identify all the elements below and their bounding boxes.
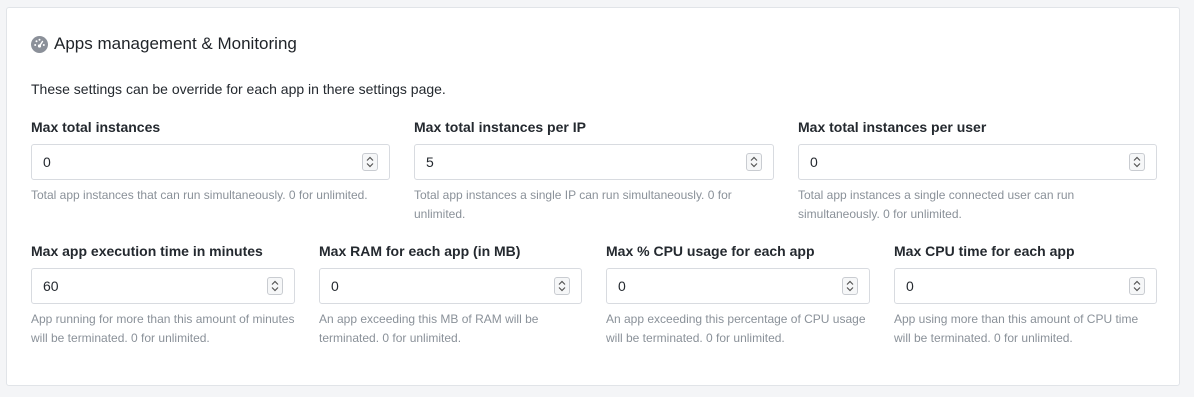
- field-help: App running for more than this amount of…: [31, 312, 295, 345]
- max-cpu-usage-input[interactable]: [618, 269, 830, 303]
- max-ram-input[interactable]: [331, 269, 542, 303]
- section-title: Apps management & Monitoring: [54, 34, 297, 53]
- number-input-box: [606, 268, 870, 304]
- section-header: Apps management & Monitoring: [31, 34, 297, 54]
- field-help: App using more than this amount of CPU t…: [894, 312, 1139, 345]
- spinner-arrows-icon: [750, 156, 758, 168]
- field-max-execution-time: Max app execution time in minutes App ru…: [31, 242, 295, 348]
- spinner-arrows-icon: [366, 156, 374, 168]
- number-input-box: [31, 144, 390, 180]
- number-spinner[interactable]: [842, 277, 858, 295]
- number-spinner[interactable]: [746, 153, 762, 171]
- spinner-arrows-icon: [1133, 156, 1141, 168]
- field-max-total-instances-per-ip: Max total instances per IP Total app ins…: [414, 118, 774, 224]
- dashboard-icon: [31, 35, 48, 53]
- field-label: Max % CPU usage for each app: [606, 243, 815, 259]
- field-label: Max total instances: [31, 119, 161, 135]
- spinner-arrows-icon: [846, 280, 854, 292]
- max-total-instances-per-user-input[interactable]: [810, 145, 1117, 179]
- number-input-box: [798, 144, 1157, 180]
- field-max-cpu-usage: Max % CPU usage for each app An app exce…: [606, 242, 870, 348]
- max-total-instances-input[interactable]: [43, 145, 350, 179]
- max-cpu-time-input[interactable]: [906, 269, 1117, 303]
- field-max-total-instances-per-user: Max total instances per user Total app i…: [798, 118, 1157, 224]
- field-help: Total app instances that can run simulta…: [31, 188, 368, 202]
- max-execution-time-input[interactable]: [43, 269, 255, 303]
- number-input-box: [894, 268, 1157, 304]
- field-max-total-instances: Max total instances Total app instances …: [31, 118, 390, 205]
- number-spinner[interactable]: [1129, 153, 1145, 171]
- field-label: Max app execution time in minutes: [31, 243, 263, 259]
- section-description: These settings can be override for each …: [31, 81, 446, 97]
- max-total-instances-per-ip-input[interactable]: [426, 145, 734, 179]
- spinner-arrows-icon: [271, 280, 279, 292]
- field-max-cpu-time: Max CPU time for each app App using more…: [894, 242, 1157, 348]
- field-help: Total app instances a single IP can run …: [414, 188, 732, 221]
- field-label: Max total instances per user: [798, 119, 987, 135]
- spinner-arrows-icon: [558, 280, 566, 292]
- number-spinner[interactable]: [554, 277, 570, 295]
- number-spinner[interactable]: [1129, 277, 1145, 295]
- spinner-arrows-icon: [1133, 280, 1141, 292]
- number-input-box: [319, 268, 582, 304]
- field-label: Max total instances per IP: [414, 119, 586, 135]
- number-spinner[interactable]: [267, 277, 283, 295]
- field-label: Max RAM for each app (in MB): [319, 243, 521, 259]
- field-max-ram: Max RAM for each app (in MB) An app exce…: [319, 242, 582, 348]
- field-label: Max CPU time for each app: [894, 243, 1075, 259]
- settings-card: Apps management & Monitoring These setti…: [6, 7, 1180, 386]
- number-input-box: [414, 144, 774, 180]
- number-spinner[interactable]: [362, 153, 378, 171]
- field-help: Total app instances a single connected u…: [798, 188, 1075, 221]
- field-help: An app exceeding this MB of RAM will be …: [319, 312, 539, 345]
- field-help: An app exceeding this percentage of CPU …: [606, 312, 866, 345]
- number-input-box: [31, 268, 295, 304]
